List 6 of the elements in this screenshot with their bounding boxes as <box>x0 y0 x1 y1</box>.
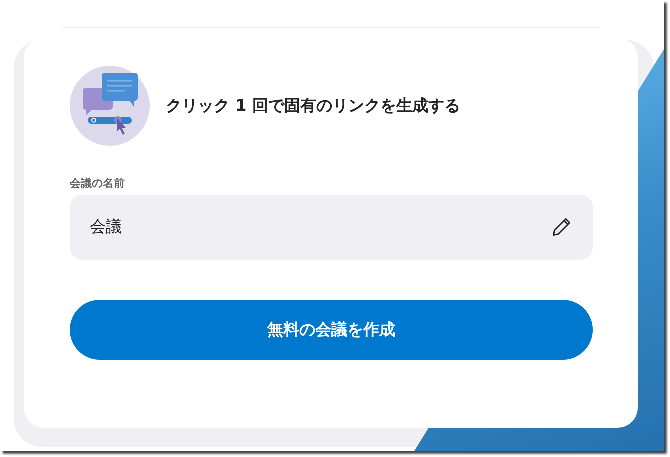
create-meeting-button[interactable]: 無料の会議を作成 <box>70 300 593 360</box>
headline: クリック 1 回で固有のリンクを生成する <box>166 96 460 116</box>
pencil-icon[interactable] <box>551 216 573 238</box>
meeting-name-field[interactable]: 会議 <box>70 195 593 260</box>
chat-link-illustration-icon <box>70 66 150 146</box>
field-label: 会議の名前 <box>70 176 126 191</box>
